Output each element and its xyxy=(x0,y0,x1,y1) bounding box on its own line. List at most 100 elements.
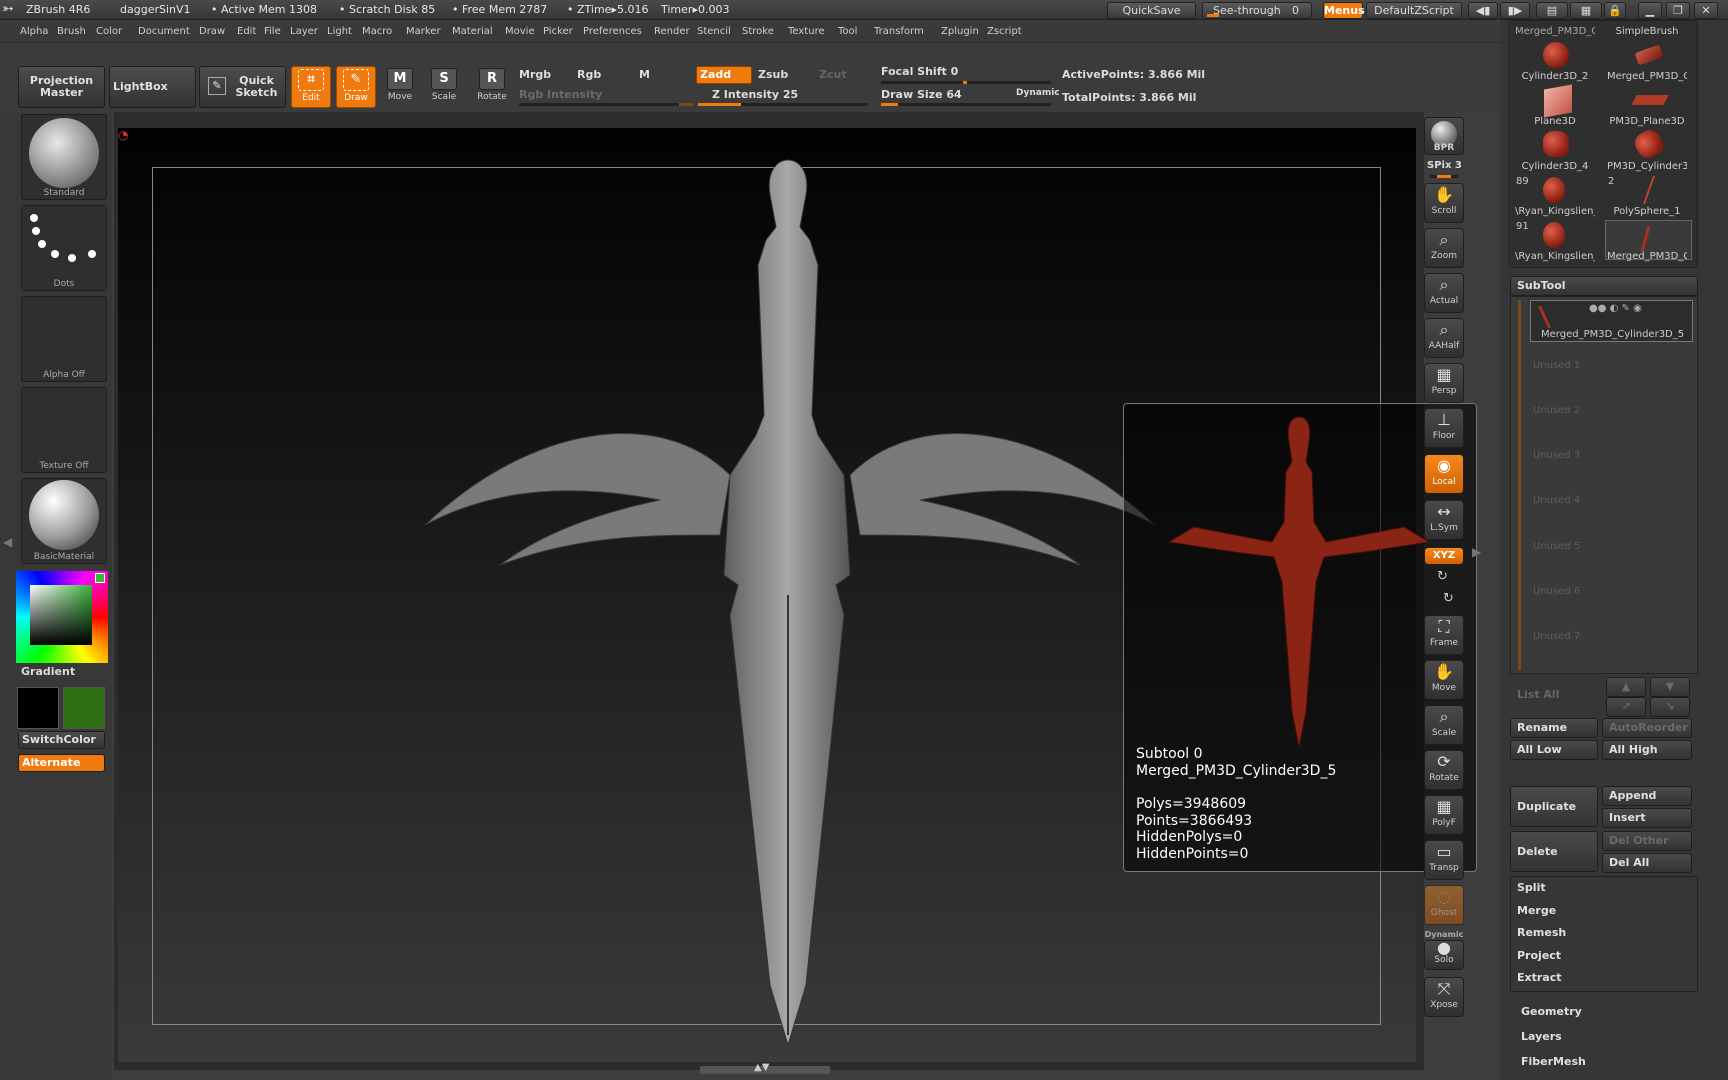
focal-shift-slider[interactable]: Focal Shift 0 xyxy=(881,65,958,78)
main-color-swatch[interactable] xyxy=(17,687,59,729)
quick-sketch-button[interactable]: ✎ Quick Sketch xyxy=(199,66,286,108)
dynamic-toggle[interactable]: Dynamic xyxy=(1016,88,1060,98)
gradient-toggle[interactable]: Gradient xyxy=(21,665,75,678)
subtool-visibility-icon[interactable]: ●● ◐ ✎ ◉ xyxy=(1589,303,1642,314)
projection-master-button[interactable]: Projection Master xyxy=(18,66,105,108)
subtool-scrollbar[interactable] xyxy=(1518,300,1521,670)
subtool-header[interactable]: SubTool xyxy=(1510,276,1698,296)
autoreorder-button[interactable]: AutoReorder xyxy=(1602,718,1692,738)
menu-stroke[interactable]: Stroke xyxy=(742,26,774,37)
menu-zplugin[interactable]: Zplugin xyxy=(941,26,979,37)
floor-button[interactable]: ⊥ Floor xyxy=(1424,408,1464,448)
texture-selector[interactable]: Texture Off xyxy=(21,387,107,473)
layers-menu[interactable]: Layers xyxy=(1521,1030,1562,1043)
brush-selector[interactable]: Standard xyxy=(21,114,107,200)
merge-menu[interactable]: Merge xyxy=(1517,904,1556,917)
split-menu[interactable]: Split xyxy=(1517,881,1546,894)
tool-thumb-label[interactable]: Merged_PM3D_Cy xyxy=(1607,71,1687,82)
zadd-button[interactable]: Zadd xyxy=(696,66,752,84)
left-tray-toggle-icon[interactable]: ◀ xyxy=(3,535,12,549)
menu-preferences[interactable]: Preferences xyxy=(583,26,642,37)
rename-button[interactable]: Rename xyxy=(1510,718,1598,738)
delete-button[interactable]: Delete xyxy=(1510,831,1598,872)
stroke-selector[interactable]: Dots xyxy=(21,205,107,291)
rgb-intensity-track[interactable] xyxy=(519,103,693,106)
xpose-button[interactable]: ⤧ Xpose xyxy=(1424,977,1464,1017)
xyz-button[interactable]: XYZ xyxy=(1424,547,1464,565)
move-down-bottom-icon[interactable]: ↘ xyxy=(1650,697,1690,717)
menu-document[interactable]: Document xyxy=(138,26,190,37)
geometry-menu[interactable]: Geometry xyxy=(1521,1005,1582,1018)
right-tray-toggle-icon[interactable]: ▶ xyxy=(1472,545,1481,559)
m-button[interactable]: M xyxy=(639,68,650,81)
tool-thumb-label[interactable]: PolySphere_1 xyxy=(1607,206,1687,217)
move-tool-button[interactable]: M Move xyxy=(380,66,420,108)
menu-alpha[interactable]: Alpha xyxy=(20,26,48,37)
project-menu[interactable]: Project xyxy=(1517,949,1561,962)
frame-button[interactable]: ⛶ Frame xyxy=(1424,615,1464,655)
menu-color[interactable]: Color xyxy=(96,26,122,37)
tool-thumb-label[interactable]: Cylinder3D_2 xyxy=(1515,71,1595,82)
move-view-button[interactable]: ✋ Move xyxy=(1424,660,1464,700)
layout-next-icon[interactable]: ▮▶ xyxy=(1500,2,1530,19)
draw-tool-button[interactable]: ✎ Draw xyxy=(336,66,376,108)
draw-size-slider[interactable]: Draw Size 64 xyxy=(881,88,962,101)
rotate-y-icon[interactable]: ↻ xyxy=(1437,569,1448,584)
menu-picker[interactable]: Picker xyxy=(543,26,573,37)
close-icon[interactable]: ✕ xyxy=(1694,2,1718,19)
secondary-color-swatch[interactable] xyxy=(63,687,105,729)
focal-shift-track[interactable] xyxy=(881,81,1051,84)
remesh-menu[interactable]: Remesh xyxy=(1517,926,1566,939)
menus-button[interactable]: Menus xyxy=(1323,2,1365,19)
tool-thumb-label[interactable]: Plane3D xyxy=(1515,116,1595,127)
color-picker[interactable] xyxy=(16,571,108,663)
rotate-view-button[interactable]: ⟳ Rotate xyxy=(1424,750,1464,790)
fibermesh-menu[interactable]: FiberMesh xyxy=(1521,1055,1586,1068)
tool-thumb-label[interactable]: Merged_PM3D_Cy xyxy=(1515,26,1595,37)
extract-menu[interactable]: Extract xyxy=(1517,971,1562,984)
actual-button[interactable]: ⌕ Actual xyxy=(1424,273,1464,313)
tool-thumb-label[interactable]: SimpleBrush xyxy=(1607,26,1687,37)
scroll-button[interactable]: ✋ Scroll xyxy=(1424,183,1464,223)
tray-toggle-icon[interactable]: ▲▼ xyxy=(754,1062,769,1073)
tool-thumb-label[interactable]: Merged_PM3D_Cy xyxy=(1607,251,1687,262)
persp-button[interactable]: ▦ Persp xyxy=(1424,363,1464,403)
bpr-button[interactable]: BPR xyxy=(1424,117,1464,155)
menu-layer[interactable]: Layer xyxy=(290,26,318,37)
spix-track[interactable] xyxy=(1430,175,1458,178)
append-button[interactable]: Append xyxy=(1602,786,1692,806)
scale-view-button[interactable]: ⌕ Scale xyxy=(1424,705,1464,745)
quicksave-button[interactable]: QuickSave xyxy=(1107,2,1196,19)
move-down-icon[interactable]: ▼ xyxy=(1650,677,1690,697)
menu-texture[interactable]: Texture xyxy=(788,26,825,37)
lightbox-button[interactable]: LightBox xyxy=(109,66,196,108)
local-button[interactable]: ◉ Local xyxy=(1424,454,1464,494)
menu-render[interactable]: Render xyxy=(654,26,690,37)
menu-draw[interactable]: Draw xyxy=(199,26,225,37)
z-intensity-slider[interactable]: Z Intensity 25 xyxy=(712,88,798,101)
zsub-button[interactable]: Zsub xyxy=(758,68,788,81)
rotate-tool-button[interactable]: R Rotate xyxy=(472,66,512,108)
defaultzscript-button[interactable]: DefaultZScript xyxy=(1366,2,1462,19)
lock-icon[interactable]: 🔒 xyxy=(1604,2,1626,19)
menu-light[interactable]: Light xyxy=(327,26,352,37)
menu-movie[interactable]: Movie xyxy=(505,26,535,37)
menu-edit[interactable]: Edit xyxy=(237,26,256,37)
rotate-z-icon[interactable]: ↻ xyxy=(1443,591,1454,606)
color-square[interactable] xyxy=(30,585,92,645)
switchcolor-button[interactable]: SwitchColor xyxy=(18,731,105,749)
move-up-top-icon[interactable]: ↗ xyxy=(1606,697,1646,717)
tool-thumb-label[interactable]: \Ryan_Kingslien_A xyxy=(1515,206,1595,217)
menu-tool[interactable]: Tool xyxy=(838,26,857,37)
duplicate-button[interactable]: Duplicate xyxy=(1510,786,1598,827)
seethrough-slider[interactable]: See-through 0 xyxy=(1202,2,1312,19)
tool-thumb-label[interactable]: \Ryan_Kingslien_A xyxy=(1515,251,1595,262)
tool-thumb-label[interactable]: PM3D_Cylinder3D_ xyxy=(1607,161,1687,172)
layout-prev-icon[interactable]: ◀▮ xyxy=(1468,2,1498,19)
alternate-button[interactable]: Alternate xyxy=(18,754,105,772)
subtool-item-active[interactable]: ●● ◐ ✎ ◉ Merged_PM3D_Cylinder3D_5 xyxy=(1530,300,1693,342)
edit-tool-button[interactable]: ⌗ Edit xyxy=(291,66,331,108)
menu-transform[interactable]: Transform xyxy=(874,26,924,37)
tool-thumb-label[interactable]: Cylinder3D_4 xyxy=(1515,161,1595,172)
spix-slider[interactable]: SPix 3 xyxy=(1427,160,1462,171)
